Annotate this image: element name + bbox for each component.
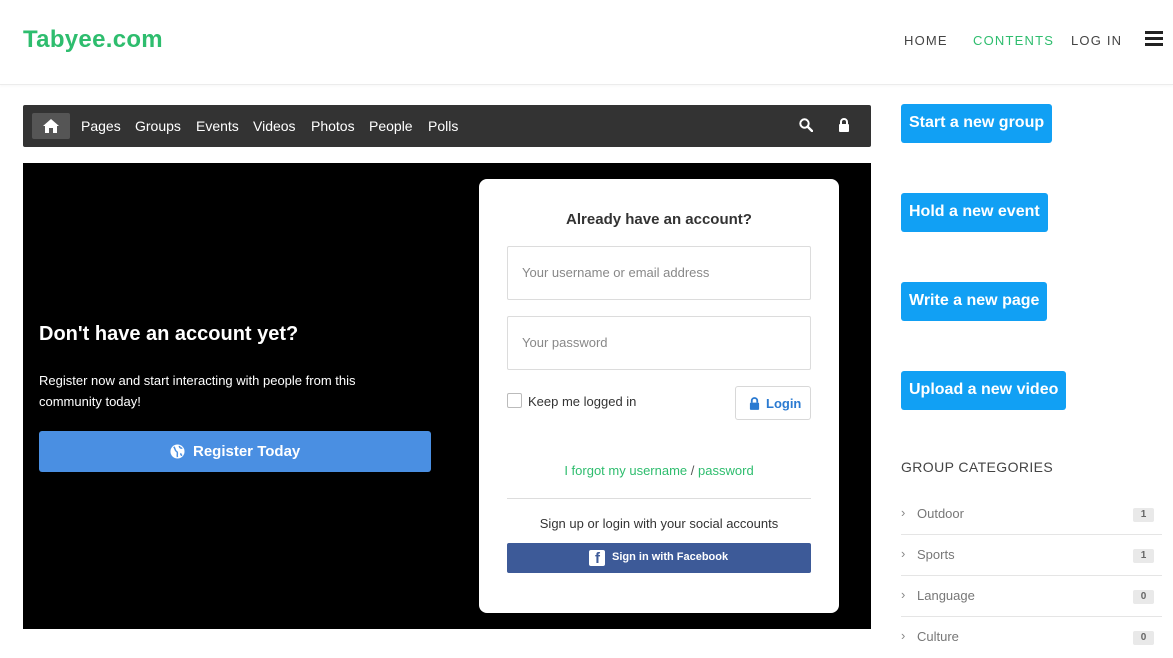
hero-section: Don't have an account yet? Register now … (23, 163, 871, 629)
nav-item-people[interactable]: People (369, 118, 413, 134)
category-count-badge: 0 (1133, 590, 1154, 604)
password-input[interactable]: Your password (507, 316, 811, 370)
login-title: Already have an account? (566, 211, 752, 228)
nav-item-events[interactable]: Events (196, 118, 239, 134)
nav-item-videos[interactable]: Videos (253, 118, 296, 134)
username-input[interactable]: Your username or email address (507, 246, 811, 300)
chevron-right-icon: › (901, 587, 906, 602)
site-header: Tabyee.com HOME CONTENTS LOG IN (0, 0, 1173, 85)
forgot-password-link[interactable]: password (698, 463, 754, 478)
register-today-button[interactable]: Register Today (39, 431, 431, 472)
nav-item-polls[interactable]: Polls (428, 118, 458, 134)
nav-login-link[interactable]: LOG IN (1071, 33, 1122, 48)
forgot-separator: / (690, 463, 695, 478)
nav-item-pages[interactable]: Pages (81, 118, 121, 134)
site-logo[interactable]: Tabyee.com (23, 26, 163, 54)
category-item[interactable]: › Language 0 (901, 576, 1162, 617)
category-item[interactable]: › Culture 0 (901, 617, 1162, 658)
group-categories-title: GROUP CATEGORIES (901, 459, 1054, 475)
divider (507, 498, 811, 499)
chevron-right-icon: › (901, 505, 906, 520)
login-button[interactable]: Login (735, 386, 811, 420)
search-icon[interactable] (799, 118, 814, 137)
forgot-links: I forgot my username / password (479, 463, 839, 478)
category-item[interactable]: › Outdoor 1 (901, 494, 1162, 535)
start-group-button[interactable]: Start a new group (901, 104, 1053, 143)
nav-item-groups[interactable]: Groups (135, 118, 181, 134)
login-button-label: Login (766, 396, 802, 411)
category-name[interactable]: Outdoor (917, 506, 964, 521)
category-count-badge: 1 (1133, 549, 1154, 563)
hamburger-icon[interactable] (1145, 31, 1163, 47)
social-login-text: Sign up or login with your social accoun… (539, 516, 779, 531)
home-icon[interactable] (32, 113, 70, 139)
category-count-badge: 0 (1133, 631, 1154, 645)
nav-home-link[interactable]: HOME (904, 33, 948, 48)
category-item[interactable]: › Sports 1 (901, 535, 1162, 576)
chevron-right-icon: › (901, 628, 906, 643)
facebook-icon: f (589, 550, 605, 567)
nav-contents-link[interactable]: CONTENTS (973, 33, 1054, 48)
hero-heading: Don't have an account yet? (39, 323, 299, 345)
category-name[interactable]: Culture (917, 629, 959, 644)
chevron-right-icon: › (901, 546, 906, 561)
category-count-badge: 1 (1133, 508, 1154, 522)
upload-video-button[interactable]: Upload a new video (901, 371, 1067, 410)
nav-item-photos[interactable]: Photos (311, 118, 355, 134)
hero-text: Register now and start interacting with … (39, 373, 356, 409)
write-page-button[interactable]: Write a new page (901, 282, 1048, 321)
lock-icon[interactable] (838, 118, 850, 137)
forgot-username-link[interactable]: I forgot my username (564, 463, 687, 478)
remember-checkbox[interactable] (507, 393, 522, 409)
hold-event-button[interactable]: Hold a new event (901, 193, 1048, 232)
category-name[interactable]: Sports (917, 547, 955, 562)
remember-me[interactable]: Keep me logged in (507, 393, 637, 410)
facebook-signin-button[interactable]: f Sign in with Facebook (507, 543, 811, 573)
community-nav-bar: Pages Groups Events Videos Photos People… (23, 105, 871, 147)
register-today-label: Register Today (193, 443, 301, 460)
category-name[interactable]: Language (917, 588, 975, 603)
globe-icon (170, 444, 185, 463)
login-card: Already have an account? Your username o… (479, 179, 839, 613)
login-lock-icon (749, 397, 760, 410)
facebook-signin-label: Sign in with Facebook (612, 551, 729, 563)
remember-label: Keep me logged in (528, 394, 637, 409)
